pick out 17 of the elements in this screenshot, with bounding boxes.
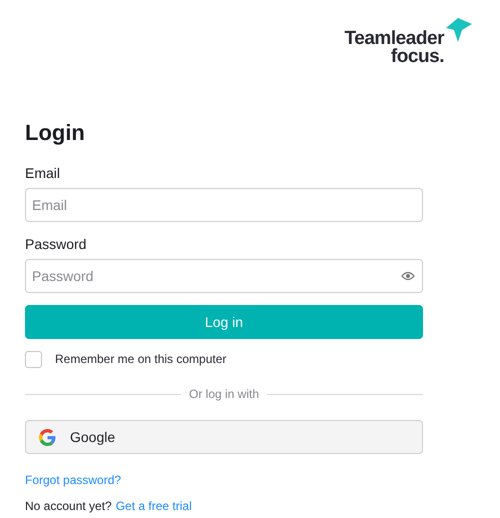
google-icon	[39, 428, 56, 446]
logo-text: focus.	[390, 48, 444, 66]
field-label: Password	[25, 235, 88, 254]
password-field[interactable]: Password	[25, 259, 423, 293]
divider-text: Or log in with	[188, 386, 260, 403]
field-label: Email	[25, 164, 62, 183]
google-button[interactable]: Google	[25, 420, 423, 454]
page-title: Login	[25, 119, 86, 147]
login-button[interactable]: Log in	[25, 305, 423, 339]
forgot-password-link[interactable]: Forgot password?	[25, 471, 122, 489]
free-trial-link[interactable]: Get a free trial	[116, 497, 192, 515]
eye-icon[interactable]	[401, 271, 415, 281]
checkbox-label: Remember me on this computer	[55, 351, 226, 368]
remember-checkbox[interactable]	[25, 350, 42, 368]
logo-text: Teamleader	[344, 30, 444, 48]
email-field[interactable]: Email	[25, 188, 423, 222]
signup-text: No account yet?	[25, 498, 112, 515]
